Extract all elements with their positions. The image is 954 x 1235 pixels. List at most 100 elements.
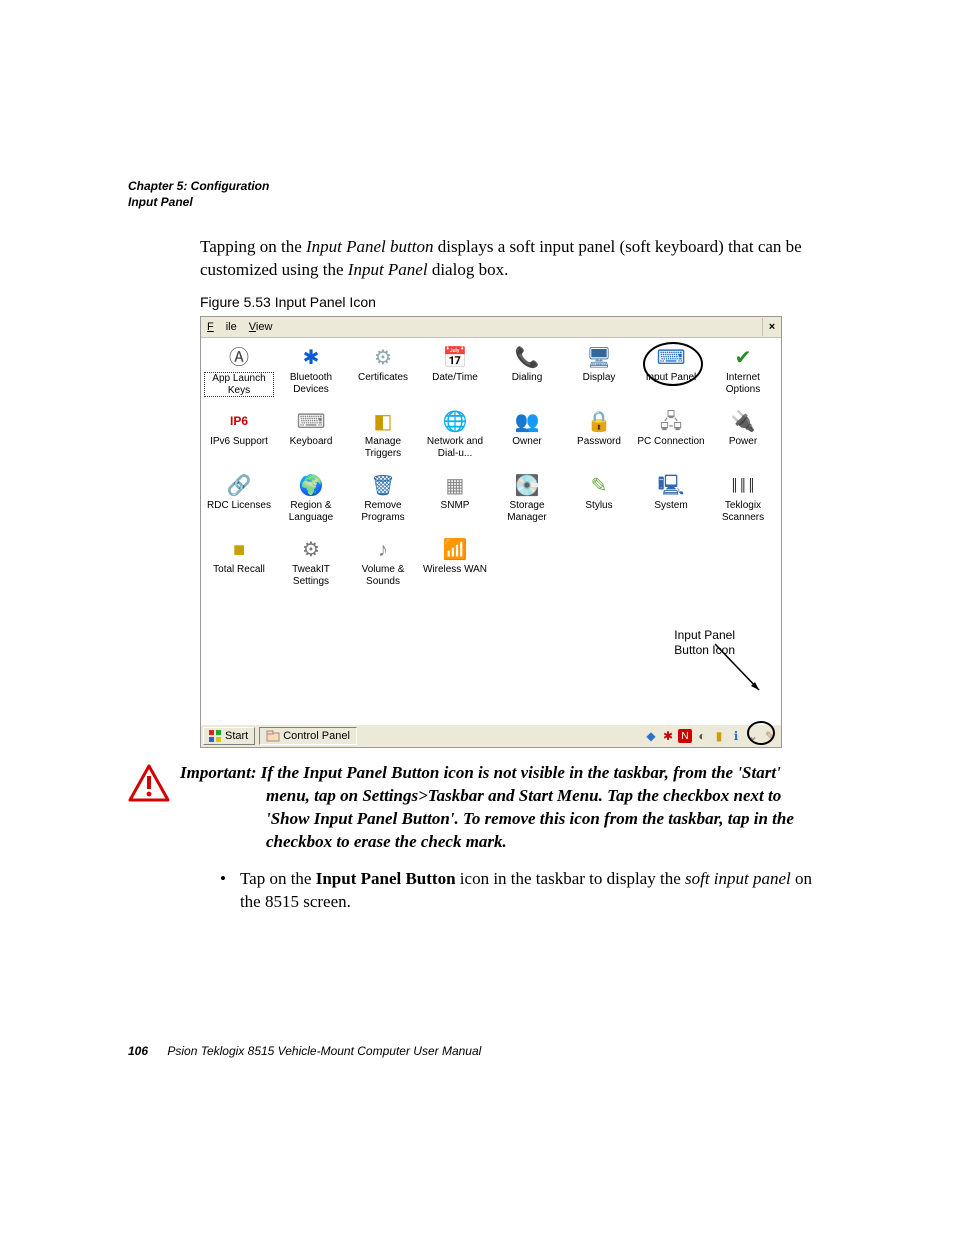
control-panel-item[interactable]: 📅Date/Time (420, 344, 490, 406)
applet-icon: 🌐 (440, 408, 470, 436)
control-panel-item[interactable]: 🌐Network and Dial-u... (420, 408, 490, 470)
applet-label: Region & Language (276, 500, 346, 523)
tray-icon[interactable]: ◐ (695, 729, 709, 743)
applet-icon: 📅 (440, 344, 470, 372)
applet-label: Power (729, 436, 757, 448)
applet-label: Volume & Sounds (348, 564, 418, 587)
page-number: 106 (128, 1044, 148, 1058)
applet-icon: 🔒 (584, 408, 614, 436)
bullet-paragraph: • Tap on the Input Panel Button icon in … (220, 868, 828, 914)
control-panel-item[interactable]: IP6IPv6 Support (204, 408, 274, 470)
control-panel-item[interactable]: ⚙Certificates (348, 344, 418, 406)
control-panel-screenshot: File View × ⒶApp Launch Keys✱Bluetooth D… (200, 316, 782, 748)
applet-icon: ⌨ (656, 344, 686, 372)
menu-view[interactable]: View (243, 319, 279, 335)
control-panel-item[interactable]: 💽Storage Manager (492, 472, 562, 534)
applet-icon: ⚙ (368, 344, 398, 372)
folder-icon (266, 729, 280, 743)
applet-label: Dialing (512, 372, 543, 384)
applet-icon: 🖧 (656, 408, 686, 436)
applet-label: PC Connection (637, 436, 704, 448)
close-button[interactable]: × (762, 318, 781, 336)
applet-icon: 👥 (512, 408, 542, 436)
chapter-line: Chapter 5: Configuration (128, 178, 828, 194)
applet-label: Owner (512, 436, 541, 448)
chapter-header: Chapter 5: Configuration Input Panel (128, 178, 828, 210)
control-panel-item[interactable]: ▦SNMP (420, 472, 490, 534)
menu-bar: File View × (201, 317, 781, 338)
text-em: Input Panel button (306, 237, 433, 256)
applet-label: Manage Triggers (348, 436, 418, 459)
control-panel-item[interactable]: ⚙TweakIT Settings (276, 536, 346, 598)
control-panel-item[interactable]: 📶Wireless WAN (420, 536, 490, 598)
tray-icon[interactable]: ⌄ (746, 729, 760, 743)
control-panel-item[interactable]: ◧Manage Triggers (348, 408, 418, 470)
control-panel-item[interactable]: 🖧PC Connection (636, 408, 706, 470)
input-panel-button-icon[interactable]: ✎ (763, 729, 777, 743)
control-panel-item[interactable]: 🔒Password (564, 408, 634, 470)
applet-label: Network and Dial-u... (420, 436, 490, 459)
applet-icon: 📶 (440, 536, 470, 564)
control-panel-item[interactable]: 🔗RDC Licenses (204, 472, 274, 534)
menu-file[interactable]: File (201, 319, 243, 335)
control-panel-item[interactable]: ✎Stylus (564, 472, 634, 534)
tray-icon[interactable]: ✱ (661, 729, 675, 743)
section-line: Input Panel (128, 194, 828, 210)
applet-icon: 🗑 (368, 472, 398, 500)
control-panel-item[interactable]: 🖥Display (564, 344, 634, 406)
applet-icon: ✎ (584, 472, 614, 500)
control-panel-item[interactable]: ⌨Keyboard (276, 408, 346, 470)
applet-label: Password (577, 436, 621, 448)
control-panel-item[interactable]: 👥Owner (492, 408, 562, 470)
control-panel-item[interactable]: ⌨Input Panel (636, 344, 706, 406)
important-lead: Important: (180, 763, 257, 782)
applet-label: Keyboard (290, 436, 333, 448)
control-panel-item[interactable]: 🔌Power (708, 408, 778, 470)
control-panel-item[interactable]: 🗑Remove Programs (348, 472, 418, 534)
applet-label: Display (583, 372, 616, 384)
warning-icon (128, 764, 170, 802)
control-panel-item[interactable]: 🌍Region & Language (276, 472, 346, 534)
text: Tapping on the (200, 237, 306, 256)
applet-icon: 💽 (512, 472, 542, 500)
applet-icon: ⌨ (296, 408, 326, 436)
applet-label: Wireless WAN (423, 564, 487, 576)
tray-icon[interactable]: ▮ (712, 729, 726, 743)
control-panel-item[interactable]: 🖳System (636, 472, 706, 534)
applet-label: RDC Licenses (207, 500, 271, 512)
control-panel-item[interactable]: 📞Dialing (492, 344, 562, 406)
applet-icon: 🖳 (656, 472, 686, 500)
control-panel-item[interactable]: ║║║Teklogix Scanners (708, 472, 778, 534)
applet-label: Bluetooth Devices (276, 372, 346, 395)
tray-icon[interactable]: N (678, 729, 692, 743)
text-em: soft input panel (685, 869, 791, 888)
control-panel-item[interactable]: ■Total Recall (204, 536, 274, 598)
applet-label: SNMP (441, 500, 470, 512)
applet-label: Remove Programs (348, 500, 418, 523)
start-button[interactable]: Start (203, 727, 255, 745)
applet-label: Total Recall (213, 564, 265, 576)
applet-label: Teklogix Scanners (708, 500, 778, 523)
tray-icon[interactable]: ◆ (644, 729, 658, 743)
applet-label: App Launch Keys (204, 372, 274, 397)
task-label: Control Panel (283, 730, 350, 742)
tray-icon[interactable]: ℹ (729, 729, 743, 743)
applet-icon: 🔌 (728, 408, 758, 436)
control-panel-item[interactable]: ♪Volume & Sounds (348, 536, 418, 598)
applet-icon: IP6 (224, 408, 254, 436)
applet-label: Storage Manager (492, 500, 562, 523)
control-panel-item[interactable]: ⒶApp Launch Keys (204, 344, 274, 406)
control-panel-item[interactable]: ✔Internet Options (708, 344, 778, 406)
text-em: Input Panel (348, 260, 428, 279)
applet-label: Certificates (358, 372, 408, 384)
applet-icon: ✔ (728, 344, 758, 372)
control-panel-item[interactable]: ✱Bluetooth Devices (276, 344, 346, 406)
applet-icon: ■ (224, 536, 254, 564)
text-bold: Input Panel Button (316, 869, 456, 888)
important-line: checkbox to erase the check mark. (266, 831, 794, 854)
figure-caption: Figure 5.53 Input Panel Icon (200, 294, 828, 310)
applet-label: Internet Options (708, 372, 778, 395)
taskbar-item-control-panel[interactable]: Control Panel (259, 727, 357, 745)
text: icon in the taskbar to display the (456, 869, 685, 888)
applet-label: Date/Time (432, 372, 478, 384)
